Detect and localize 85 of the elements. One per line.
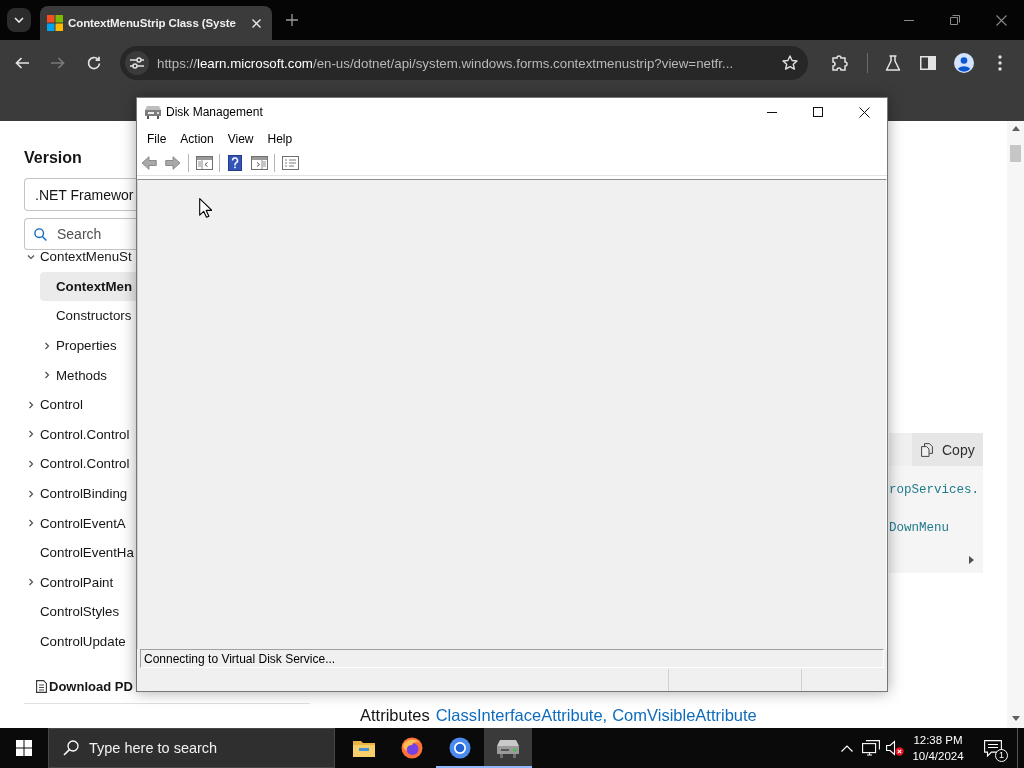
tree-item[interactable]: Control	[24, 389, 136, 420]
tree-item[interactable]: ControlEventA	[24, 508, 136, 538]
notifications-button[interactable]: 1	[969, 728, 1017, 768]
side-panel-icon	[920, 56, 936, 70]
star-icon	[782, 55, 798, 71]
tree-item[interactable]: Control.Control	[24, 449, 136, 479]
taskbar-search-field[interactable]: Type here to search	[48, 728, 335, 768]
tree-item[interactable]: ControlStyles	[24, 597, 136, 627]
help-icon	[228, 155, 242, 171]
folder-icon	[353, 739, 375, 757]
drive-icon	[497, 738, 519, 758]
browser-tab[interactable]: ContextMenuStrip Class (Syste	[40, 6, 272, 40]
copy-button[interactable]: Copy	[912, 433, 983, 466]
minimize-icon	[904, 19, 914, 21]
flame-globe-icon	[401, 737, 423, 759]
sliders-icon	[130, 57, 144, 69]
list-window-icon	[281, 156, 299, 170]
tree-item[interactable]: ContextMenuSt	[24, 251, 136, 272]
attribute-link[interactable]: ClassInterfaceAttribute,	[435, 706, 608, 725]
maximize-icon	[813, 107, 823, 117]
monitor-icon	[862, 740, 880, 756]
chevron-up-icon	[841, 744, 853, 752]
arrow-right-icon	[51, 57, 65, 69]
address-bar[interactable]: https://learn.microsoft.com/en-us/dotnet/api/system.windows.forms.contextmenustrip?view=netfr...	[120, 46, 808, 80]
attributes-label: Attributes	[360, 706, 430, 725]
puzzle-icon	[831, 54, 849, 72]
tree-item[interactable]: ControlEventHa	[24, 537, 136, 568]
url-text: https://learn.microsoft.com/en-us/dotnet/api/system.windows.forms.contextmenustrip?view=netfr...	[157, 55, 735, 71]
status-message: Connecting to Virtual Disk Service...	[140, 649, 884, 668]
restore-icon	[950, 15, 960, 25]
site-info-button[interactable]	[125, 51, 149, 75]
four-squares-icon	[47, 15, 63, 31]
page-scrollbar[interactable]	[1007, 121, 1024, 728]
mouse-pointer-icon	[199, 198, 212, 218]
ring-logo-icon	[449, 737, 471, 759]
window-panes-icon	[195, 156, 213, 170]
tree-item[interactable]: Constructors	[40, 301, 136, 331]
tree-item[interactable]: Methods	[40, 360, 136, 390]
code-line: DownMenu	[889, 520, 950, 537]
tree-item[interactable]: ContextMen	[40, 271, 136, 302]
code-line: ropServices.	[889, 482, 980, 499]
arrow-left-icon	[15, 57, 29, 69]
window-panes-icon	[250, 156, 268, 170]
reload-icon	[87, 56, 101, 70]
close-icon	[995, 14, 1007, 26]
copy-icon	[921, 442, 933, 457]
menu-item[interactable]: Help	[260, 128, 300, 149]
tree-item[interactable]: ControlPaint	[24, 567, 136, 598]
more-icon	[998, 55, 1002, 71]
arrow-right-icon	[969, 556, 974, 564]
avatar-icon	[954, 53, 974, 73]
menu-item[interactable]: File	[140, 128, 174, 149]
attribute-link[interactable]: ComVisibleAttribute	[612, 706, 757, 725]
clock-time[interactable]: 12:38 PM	[913, 732, 963, 748]
plus-icon	[286, 14, 298, 26]
minimize-icon	[767, 111, 777, 113]
chevron-down-icon	[14, 17, 24, 23]
window-title: Disk Management	[166, 105, 263, 119]
version-heading: Version	[24, 148, 83, 168]
message-icon	[984, 739, 1002, 757]
menu-item[interactable]: View	[220, 128, 261, 149]
drive-icon	[145, 105, 161, 119]
start-icon	[16, 740, 32, 756]
clock-date[interactable]: 10/4/2024	[912, 748, 964, 764]
muted-speaker-icon	[886, 740, 904, 756]
close-icon	[251, 18, 261, 28]
tree-item[interactable]: ControlBinding	[24, 478, 136, 509]
arrow-left-icon	[141, 156, 157, 170]
search-icon	[34, 227, 47, 241]
tree-item[interactable]: ControlUpdate	[24, 626, 136, 657]
close-icon	[858, 106, 870, 118]
tree-item[interactable]: Properties	[40, 330, 136, 361]
tab-list-button[interactable]	[7, 8, 31, 32]
scrollbar-thumb[interactable]	[1010, 145, 1021, 162]
menu-item[interactable]: Action	[173, 128, 221, 149]
notification-count: 1	[995, 749, 1008, 762]
arrow-up-icon	[1011, 126, 1020, 131]
flask-icon	[885, 55, 901, 71]
arrow-right-icon	[165, 156, 181, 170]
arrow-down-icon	[1011, 716, 1020, 721]
document-icon	[36, 680, 47, 693]
tree-item[interactable]: Control.Control	[24, 419, 136, 450]
taskbar-app-button[interactable]	[484, 728, 532, 768]
search-icon	[63, 740, 79, 756]
download-link[interactable]: Download PD	[24, 670, 136, 703]
